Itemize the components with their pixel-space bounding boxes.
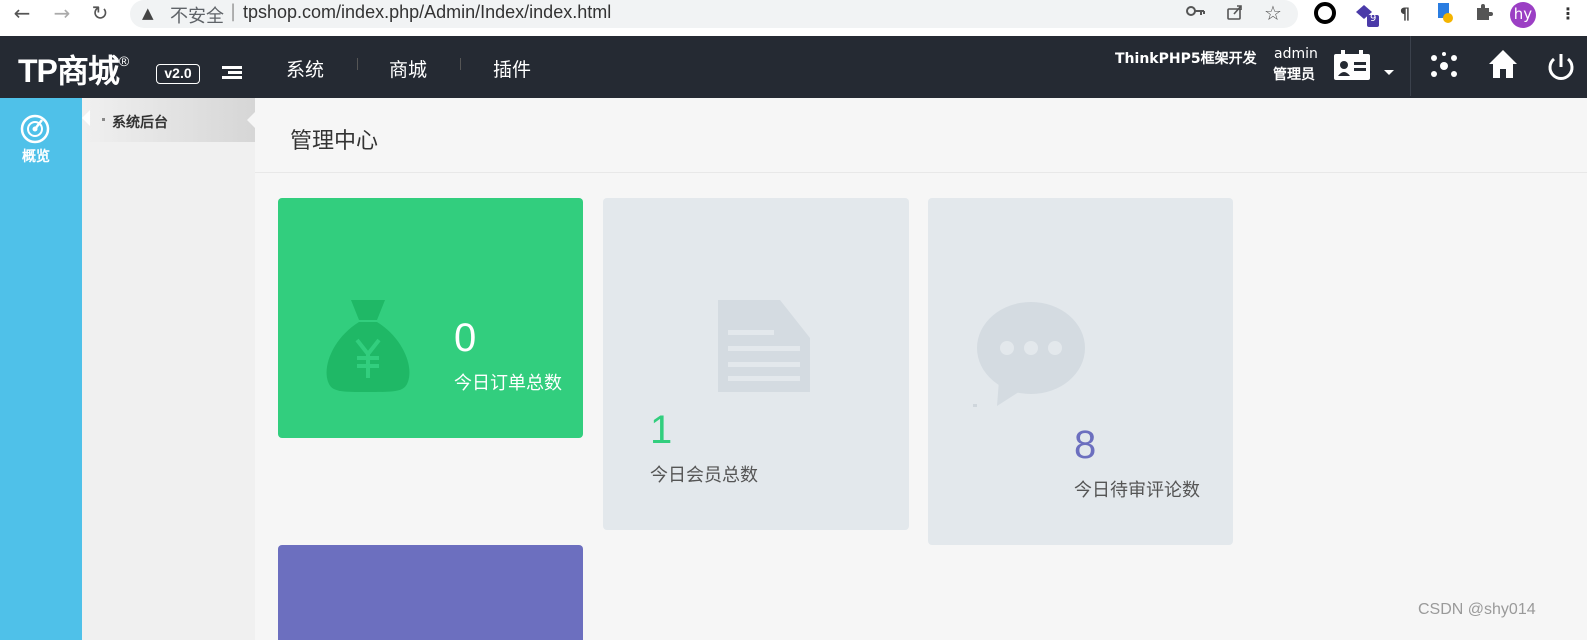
browser-menu-icon[interactable]: ⋮: [1556, 2, 1580, 26]
paragraph-extension-icon[interactable]: ¶: [1393, 2, 1417, 26]
watermark-text: CSDN @shy014: [1418, 601, 1536, 618]
forward-icon[interactable]: →: [50, 2, 74, 26]
topnav-plugins[interactable]: 插件: [493, 55, 531, 82]
network-icon[interactable]: [1429, 51, 1459, 85]
insecure-label[interactable]: 不安全: [170, 2, 224, 28]
logo-text: TP商城: [18, 53, 120, 89]
user-name: admin: [1274, 46, 1318, 62]
warning-icon[interactable]: ▲: [142, 4, 154, 22]
dashboard-gauge-icon: [19, 113, 51, 149]
active-pointer-icon: [82, 110, 90, 126]
document-icon: [718, 300, 810, 396]
members-count: 1: [650, 408, 673, 452]
document-extension-icon[interactable]: [1433, 2, 1457, 26]
share-icon[interactable]: [1226, 3, 1244, 25]
page-title: 管理中心: [290, 129, 379, 154]
profile-avatar[interactable]: hy: [1510, 2, 1536, 28]
url-text[interactable]: tpshop.com/index.php/Admin/Index/index.h…: [243, 2, 611, 23]
logo-registered-mark: ®: [118, 53, 129, 70]
back-icon[interactable]: ←: [10, 2, 34, 26]
puzzle-extensions-icon[interactable]: [1472, 2, 1496, 26]
bookmark-star-icon[interactable]: ☆: [1264, 1, 1282, 25]
topnav-mall[interactable]: 商城: [389, 55, 427, 82]
menu-toggle-icon[interactable]: [222, 66, 242, 80]
sidebar-item-overview[interactable]: 概览: [0, 98, 82, 184]
topnav-divider: [460, 58, 461, 70]
topnav-system[interactable]: 系统: [286, 55, 324, 82]
user-role: 管理员: [1273, 67, 1315, 83]
active-pointer-icon: [247, 112, 255, 128]
members-label: 今日会员总数: [650, 465, 758, 486]
app-header: TP商城® v2.0 系统 商城 插件 ThinkPHP5框架开发 admin …: [0, 36, 1587, 98]
orders-label: 今日订单总数: [454, 373, 562, 394]
user-card-icon[interactable]: [1333, 50, 1371, 86]
money-bag-icon: [323, 298, 413, 398]
key-icon[interactable]: [1186, 3, 1206, 23]
url-separator: |: [230, 1, 237, 22]
home-icon[interactable]: [1487, 48, 1519, 84]
extension-circle-icon[interactable]: [1313, 2, 1337, 26]
topnav-divider: [357, 58, 358, 70]
comments-count: 8: [1074, 423, 1097, 467]
extension-gem-icon[interactable]: 9: [1353, 2, 1379, 27]
bullet-icon: [102, 118, 105, 121]
reload-icon[interactable]: ↻: [88, 2, 112, 26]
user-dropdown-caret-icon[interactable]: [1383, 62, 1395, 81]
sub-sidebar: 系统后台: [82, 98, 255, 640]
comments-label: 今日待审评论数: [1074, 480, 1200, 501]
stat-card-members[interactable]: 1 今日会员总数: [603, 198, 909, 530]
address-bar[interactable]: ▲ 不安全 | tpshop.com/index.php/Admin/Index…: [130, 0, 1298, 28]
chat-bubble-icon: [973, 300, 1085, 412]
stat-card-purple[interactable]: [278, 545, 583, 640]
subnav-item-system-backend[interactable]: 系统后台: [82, 98, 255, 142]
title-divider: [255, 172, 1587, 173]
subnav-item-label: 系统后台: [112, 115, 168, 131]
framework-label: ThinkPHP5框架开发: [1115, 51, 1257, 67]
logo[interactable]: TP商城®: [18, 46, 129, 92]
orders-count: 0: [454, 316, 477, 360]
version-badge: v2.0: [156, 64, 200, 84]
header-divider: [1410, 36, 1411, 96]
icon-sidebar: 概览: [0, 98, 82, 640]
sidebar-item-label: 概览: [22, 149, 50, 165]
power-icon[interactable]: [1546, 52, 1576, 86]
extension-badge: 9: [1370, 13, 1377, 24]
main-content: 管理中心 0 今日订单总数 1 今日会员总数 8 今日待审评论数: [255, 98, 1587, 640]
stat-card-comments[interactable]: 8 今日待审评论数: [928, 198, 1233, 545]
browser-toolbar: ← → ↻ ▲ 不安全 | tpshop.com/index.php/Admin…: [0, 0, 1587, 36]
stat-card-orders[interactable]: 0 今日订单总数: [278, 198, 583, 438]
